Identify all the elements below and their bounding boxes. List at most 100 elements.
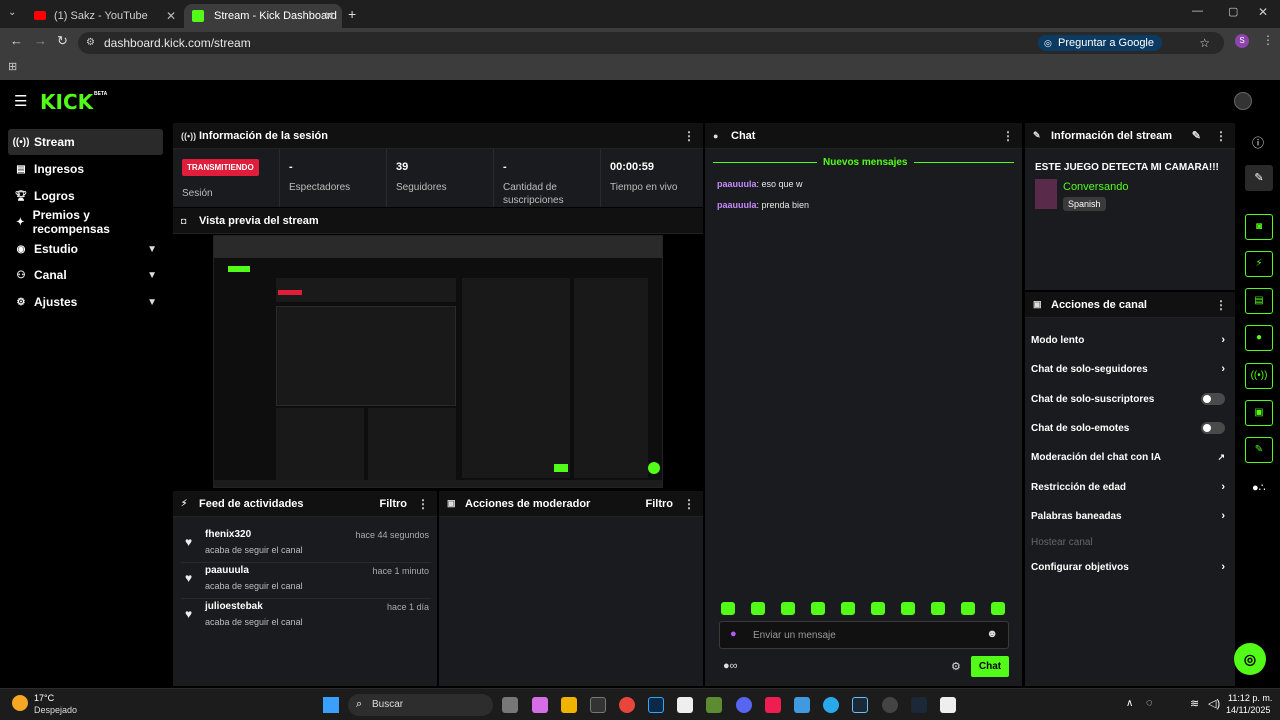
more-options-icon[interactable]: ⋮ bbox=[683, 129, 695, 143]
wifi-icon[interactable]: ≋ bbox=[1190, 697, 1199, 710]
action-age-restriction[interactable]: Restricción de edad › bbox=[1031, 476, 1229, 498]
emote-icon[interactable] bbox=[871, 602, 885, 615]
kick-logo[interactable]: KICK bbox=[40, 90, 93, 114]
task-view-icon[interactable] bbox=[502, 697, 518, 713]
minecraft-icon[interactable] bbox=[706, 697, 722, 713]
follower-name[interactable]: paauuula bbox=[205, 565, 249, 576]
tab-youtube[interactable]: (1) Sakz - YouTube ✕ bbox=[24, 4, 184, 28]
chat-send-button[interactable]: Chat bbox=[971, 656, 1009, 677]
obs-icon[interactable] bbox=[882, 697, 898, 713]
clock-date[interactable]: 14/11/2025 bbox=[1226, 705, 1270, 715]
capcut-icon[interactable] bbox=[677, 697, 693, 713]
emote-icon[interactable] bbox=[781, 602, 795, 615]
action-banned-words[interactable]: Palabras baneadas › bbox=[1031, 505, 1229, 527]
volume-icon[interactable]: ◁) bbox=[1208, 697, 1220, 710]
filter-button[interactable]: Filtro bbox=[380, 498, 408, 510]
emote-icon[interactable] bbox=[901, 602, 915, 615]
browser-menu-icon[interactable]: ⋮ bbox=[1262, 33, 1274, 47]
broadcast-icon[interactable]: ((•)) bbox=[1245, 363, 1273, 389]
forward-icon[interactable]: → bbox=[34, 33, 47, 48]
apps-grid-icon[interactable]: ⊞ bbox=[8, 60, 17, 73]
info-icon[interactable]: ⓘ bbox=[1252, 134, 1264, 151]
file-explorer-icon[interactable] bbox=[561, 697, 577, 713]
chat-icon[interactable]: ● bbox=[1245, 325, 1273, 351]
action-slow-mode[interactable]: Modo lento › bbox=[1031, 329, 1229, 351]
chat-username[interactable]: paauuula bbox=[717, 200, 757, 210]
chat-users-icon[interactable]: ●∞ bbox=[723, 660, 738, 672]
tray-chevron-icon[interactable]: ∧ bbox=[1126, 698, 1133, 709]
sidebar-item-premios[interactable]: ✦ Premios y recompensas bbox=[8, 208, 163, 236]
ask-google-button[interactable]: ◎ Preguntar a Google bbox=[1037, 35, 1162, 51]
windows-start-icon[interactable] bbox=[323, 697, 339, 713]
capcut-icon[interactable] bbox=[940, 697, 956, 713]
tab-list-chevron-icon[interactable]: ⌄ bbox=[8, 7, 16, 18]
steam-icon[interactable] bbox=[911, 697, 927, 713]
copilot-icon[interactable] bbox=[532, 697, 548, 713]
more-options-icon[interactable]: ⋮ bbox=[1215, 298, 1227, 312]
taskbar-search[interactable]: ⌕ Buscar bbox=[348, 694, 493, 716]
user-avatar[interactable] bbox=[1234, 92, 1252, 110]
steam-icon[interactable] bbox=[852, 697, 868, 713]
sidebar-item-estudio[interactable]: ◉ Estudio ▼ bbox=[8, 236, 163, 262]
maximize-icon[interactable]: ▢ bbox=[1228, 5, 1238, 18]
subscribers-only-toggle[interactable] bbox=[1201, 393, 1225, 405]
more-options-icon[interactable]: ⋮ bbox=[1215, 129, 1227, 143]
emoji-icon[interactable]: ☻ bbox=[986, 628, 998, 640]
sidebar-item-logros[interactable]: 🏆︎ Logros bbox=[8, 183, 163, 209]
more-options-icon[interactable]: ⋮ bbox=[417, 497, 429, 511]
action-ai-moderation[interactable]: Moderación del chat con IA ↗ bbox=[1031, 446, 1229, 468]
category-name[interactable]: Conversando bbox=[1063, 181, 1128, 193]
store-icon[interactable] bbox=[590, 697, 606, 713]
hamburger-menu-icon[interactable]: ☰ bbox=[14, 92, 27, 110]
close-tab-icon[interactable]: ✕ bbox=[324, 9, 334, 23]
close-tab-icon[interactable]: ✕ bbox=[166, 9, 176, 23]
more-options-icon[interactable]: ⋮ bbox=[683, 497, 695, 511]
edit-icon[interactable]: ✎ bbox=[1192, 129, 1201, 142]
category-thumbnail[interactable] bbox=[1035, 179, 1057, 209]
filter-button[interactable]: Filtro bbox=[646, 498, 674, 510]
emote-icon[interactable] bbox=[931, 602, 945, 615]
discord-icon[interactable] bbox=[736, 697, 752, 713]
bookmark-star-icon[interactable]: ☆ bbox=[1199, 32, 1210, 54]
chat-username[interactable]: paauuula bbox=[717, 179, 757, 189]
profile-avatar[interactable]: S bbox=[1235, 34, 1249, 48]
app-icon[interactable] bbox=[794, 697, 810, 713]
users-icon[interactable]: ●∴ bbox=[1252, 481, 1266, 494]
tab-kick[interactable]: Stream - Kick Dashboard ✕ bbox=[184, 4, 342, 28]
chrome-icon[interactable] bbox=[619, 697, 635, 713]
url-input[interactable]: ⚙ dashboard.kick.com/stream ◎ Preguntar … bbox=[78, 32, 1224, 54]
stream-preview-video[interactable] bbox=[213, 235, 663, 488]
action-configure-goals[interactable]: Configurar objetivos › bbox=[1031, 556, 1229, 578]
chat-input[interactable]: ● Enviar un mensaje ☻ bbox=[719, 621, 1009, 649]
emote-icon[interactable] bbox=[721, 602, 735, 615]
reload-icon[interactable]: ↻ bbox=[57, 33, 68, 49]
emote-icon[interactable] bbox=[751, 602, 765, 615]
emote-icon[interactable] bbox=[991, 602, 1005, 615]
camera-icon[interactable]: ◙ bbox=[1245, 214, 1273, 240]
document-icon[interactable]: ▤ bbox=[1245, 288, 1273, 314]
clock-time[interactable]: 11:12 p. m. bbox=[1228, 693, 1272, 703]
chat-settings-icon[interactable]: ⚙ bbox=[951, 660, 961, 673]
emote-icon[interactable] bbox=[961, 602, 975, 615]
help-button[interactable]: ◎ bbox=[1234, 643, 1266, 675]
tiktok-icon[interactable] bbox=[765, 697, 781, 713]
edit-layout-icon[interactable]: ✎ bbox=[1245, 165, 1273, 191]
weather-icon[interactable] bbox=[12, 695, 28, 711]
telegram-icon[interactable] bbox=[823, 697, 839, 713]
sidebar-item-canal[interactable]: ⚇ Canal ▼ bbox=[8, 262, 163, 288]
photoshop-icon[interactable] bbox=[648, 697, 664, 713]
microphone-icon[interactable]: ● bbox=[730, 628, 737, 640]
sidebar-item-stream[interactable]: ((•)) Stream bbox=[8, 129, 163, 155]
emote-icon[interactable] bbox=[841, 602, 855, 615]
tray-app-icon[interactable]: ◌ bbox=[1146, 697, 1153, 709]
wrench-icon[interactable]: ✎ bbox=[1245, 437, 1273, 463]
follower-name[interactable]: julioestebak bbox=[205, 601, 263, 612]
emotes-only-toggle[interactable] bbox=[1201, 422, 1225, 434]
action-followers-only[interactable]: Chat de solo-seguidores › bbox=[1031, 358, 1229, 380]
new-tab-icon[interactable]: + bbox=[348, 6, 356, 22]
lightning-icon[interactable]: ⚡︎ bbox=[1245, 251, 1273, 277]
site-info-icon[interactable]: ⚙ bbox=[86, 32, 95, 54]
minimize-icon[interactable]: — bbox=[1192, 5, 1203, 17]
emote-icon[interactable] bbox=[811, 602, 825, 615]
sidebar-item-ajustes[interactable]: ⚙ Ajustes ▼ bbox=[8, 289, 163, 315]
